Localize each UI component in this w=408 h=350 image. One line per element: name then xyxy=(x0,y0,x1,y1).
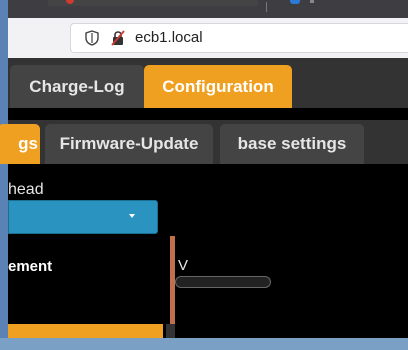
field-label: head xyxy=(8,181,44,198)
select-dropdown[interactable] xyxy=(8,200,158,234)
dropdown-option[interactable]: ement xyxy=(8,258,52,275)
url-bar[interactable]: ecb1.local xyxy=(70,23,408,53)
dropdown-option-highlighted[interactable] xyxy=(8,324,163,338)
url-text: ecb1.local xyxy=(135,29,203,46)
dropdown-menu[interactable]: ement xyxy=(8,236,175,338)
insecure-lock-icon[interactable] xyxy=(111,30,125,46)
tab-configuration[interactable]: Configuration xyxy=(144,65,292,108)
range-slider[interactable] xyxy=(175,276,271,288)
dropdown-scrolltrack xyxy=(166,324,175,338)
sub-tab-bar: gs Firmware-Update base settings xyxy=(0,120,408,164)
main-tab-bar: Charge-Log Configuration xyxy=(8,58,408,108)
tab-settings[interactable]: gs xyxy=(0,124,40,164)
browser-tab[interactable] xyxy=(48,0,258,6)
browser-tab-strip xyxy=(8,0,408,18)
tab-firmware-update[interactable]: Firmware-Update xyxy=(45,124,213,164)
browser-toolbar: ecb1.local xyxy=(8,18,408,58)
tab-charge-log[interactable]: Charge-Log xyxy=(10,65,144,108)
tab-base-settings[interactable]: base settings xyxy=(220,124,364,164)
unit-label: V xyxy=(178,257,189,274)
browser-tab-favicon-icon[interactable] xyxy=(290,0,300,4)
tab-separator xyxy=(266,2,267,12)
desktop-frame-bottom xyxy=(0,338,408,350)
chevron-down-icon xyxy=(129,214,135,218)
desktop-frame-left xyxy=(0,0,8,350)
page-content: Charge-Log Configuration gs Firmware-Upd… xyxy=(0,58,408,338)
browser-tab-dot xyxy=(310,0,314,3)
shield-icon[interactable] xyxy=(85,30,99,46)
